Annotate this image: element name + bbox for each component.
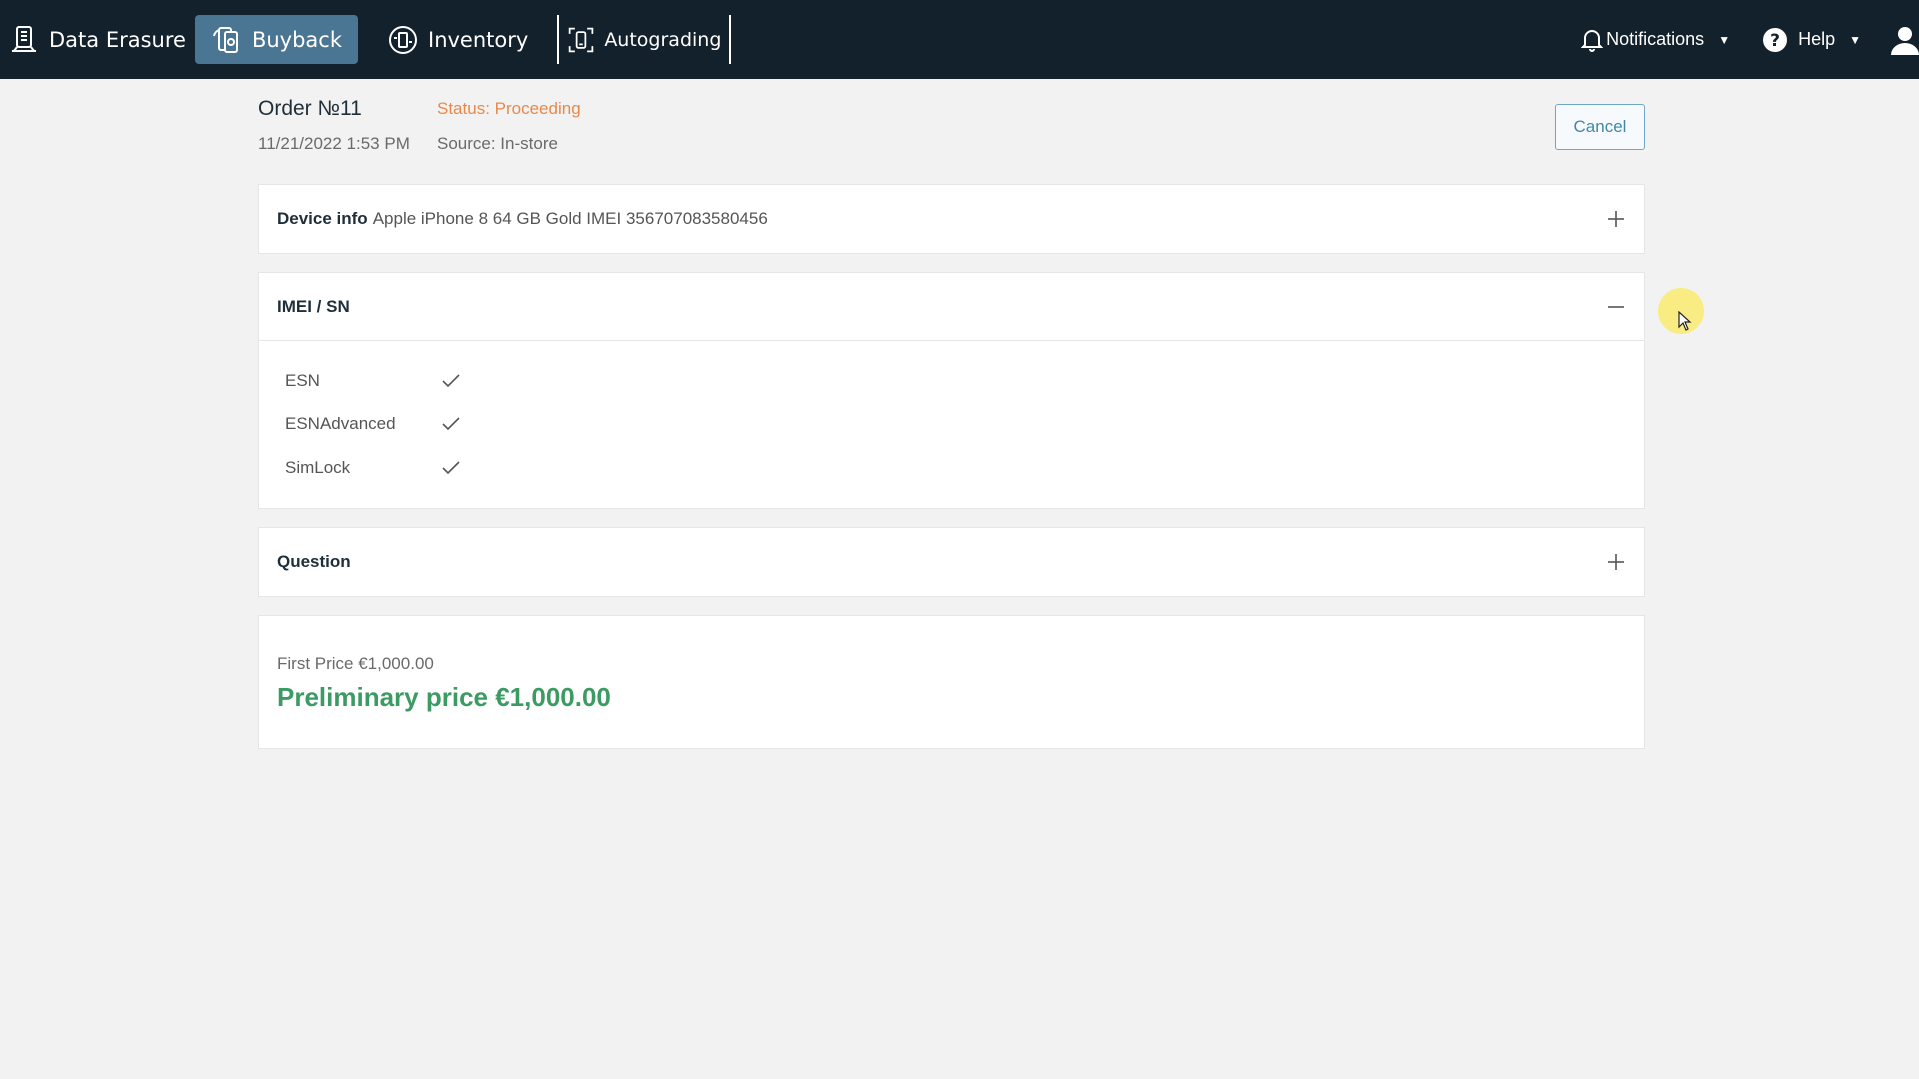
- nav-buyback[interactable]: Buyback: [194, 15, 358, 64]
- inventory-icon: [387, 24, 419, 56]
- help-menu[interactable]: ? Help ▼: [1762, 27, 1861, 53]
- nav-data-erasure[interactable]: Data Erasure: [8, 15, 194, 64]
- device-info-title: Device info: [277, 209, 368, 228]
- mouse-pointer-icon: [1678, 310, 1692, 336]
- preliminary-price: Preliminary price €1,000.00: [277, 682, 611, 712]
- question-panel: Question: [258, 527, 1645, 597]
- device-info-value: Apple iPhone 8 64 GB Gold IMEI 356707083…: [372, 209, 768, 228]
- order-status: Status: Proceeding: [437, 99, 581, 118]
- chevron-down-icon: ▼: [1849, 32, 1861, 47]
- data-erasure-icon: [8, 24, 40, 56]
- order-source: Source: In-store: [437, 134, 558, 153]
- imei-sn-panel: IMEI / SN ESN ESNAdvanced SimLock: [258, 272, 1645, 509]
- plus-icon[interactable]: [1606, 552, 1626, 572]
- question-title: Question: [277, 552, 351, 571]
- imei-sn-header[interactable]: IMEI / SN: [259, 273, 1644, 341]
- check-row-esn: ESN: [285, 369, 461, 393]
- order-date: 11/21/2022 1:53 PM: [258, 134, 410, 153]
- price-panel: First Price €1,000.00 Preliminary price …: [258, 615, 1645, 749]
- cancel-button[interactable]: Cancel: [1555, 104, 1645, 150]
- check-row-esnadvanced: ESNAdvanced: [285, 412, 461, 436]
- check-label: ESN: [285, 371, 320, 390]
- nav-autograding-label: Autograding: [604, 28, 722, 51]
- help-label: Help: [1798, 29, 1836, 49]
- user-icon: [1891, 25, 1919, 55]
- first-price: First Price €1,000.00: [277, 654, 434, 673]
- nav-data-erasure-label: Data Erasure: [49, 27, 186, 52]
- plus-icon[interactable]: [1606, 209, 1626, 229]
- chevron-down-icon: ▼: [1718, 32, 1731, 47]
- check-label: SimLock: [285, 458, 351, 477]
- minus-icon[interactable]: [1606, 297, 1626, 317]
- check-icon: [441, 416, 461, 432]
- nav-buyback-label: Buyback: [251, 27, 342, 52]
- check-row-simlock: SimLock: [285, 456, 461, 480]
- notifications-menu[interactable]: Notifications ▼: [1581, 28, 1730, 52]
- check-icon: [441, 460, 461, 476]
- order-title: Order №11: [258, 97, 362, 120]
- question-header[interactable]: Question: [259, 528, 1644, 596]
- top-navigation-bar: Data Erasure Buyback Inventory Autogradi…: [0, 0, 1919, 79]
- autograding-icon: [567, 26, 595, 54]
- user-menu[interactable]: [1891, 15, 1919, 64]
- check-icon: [441, 373, 461, 389]
- bell-icon: [1581, 28, 1604, 52]
- check-label: ESNAdvanced: [285, 414, 396, 433]
- nav-inventory[interactable]: Inventory: [387, 15, 557, 64]
- device-info-panel: Device info Apple iPhone 8 64 GB Gold IM…: [258, 184, 1645, 254]
- help-icon: ?: [1762, 27, 1788, 53]
- device-info-header[interactable]: Device info Apple iPhone 8 64 GB Gold IM…: [259, 185, 1644, 253]
- imei-sn-title: IMEI / SN: [277, 296, 350, 316]
- notifications-label: Notifications: [1606, 29, 1705, 49]
- nav-autograding[interactable]: Autograding: [557, 15, 732, 64]
- buyback-icon: [211, 24, 243, 56]
- svg-text:?: ?: [1770, 31, 1780, 51]
- nav-inventory-label: Inventory: [428, 27, 529, 52]
